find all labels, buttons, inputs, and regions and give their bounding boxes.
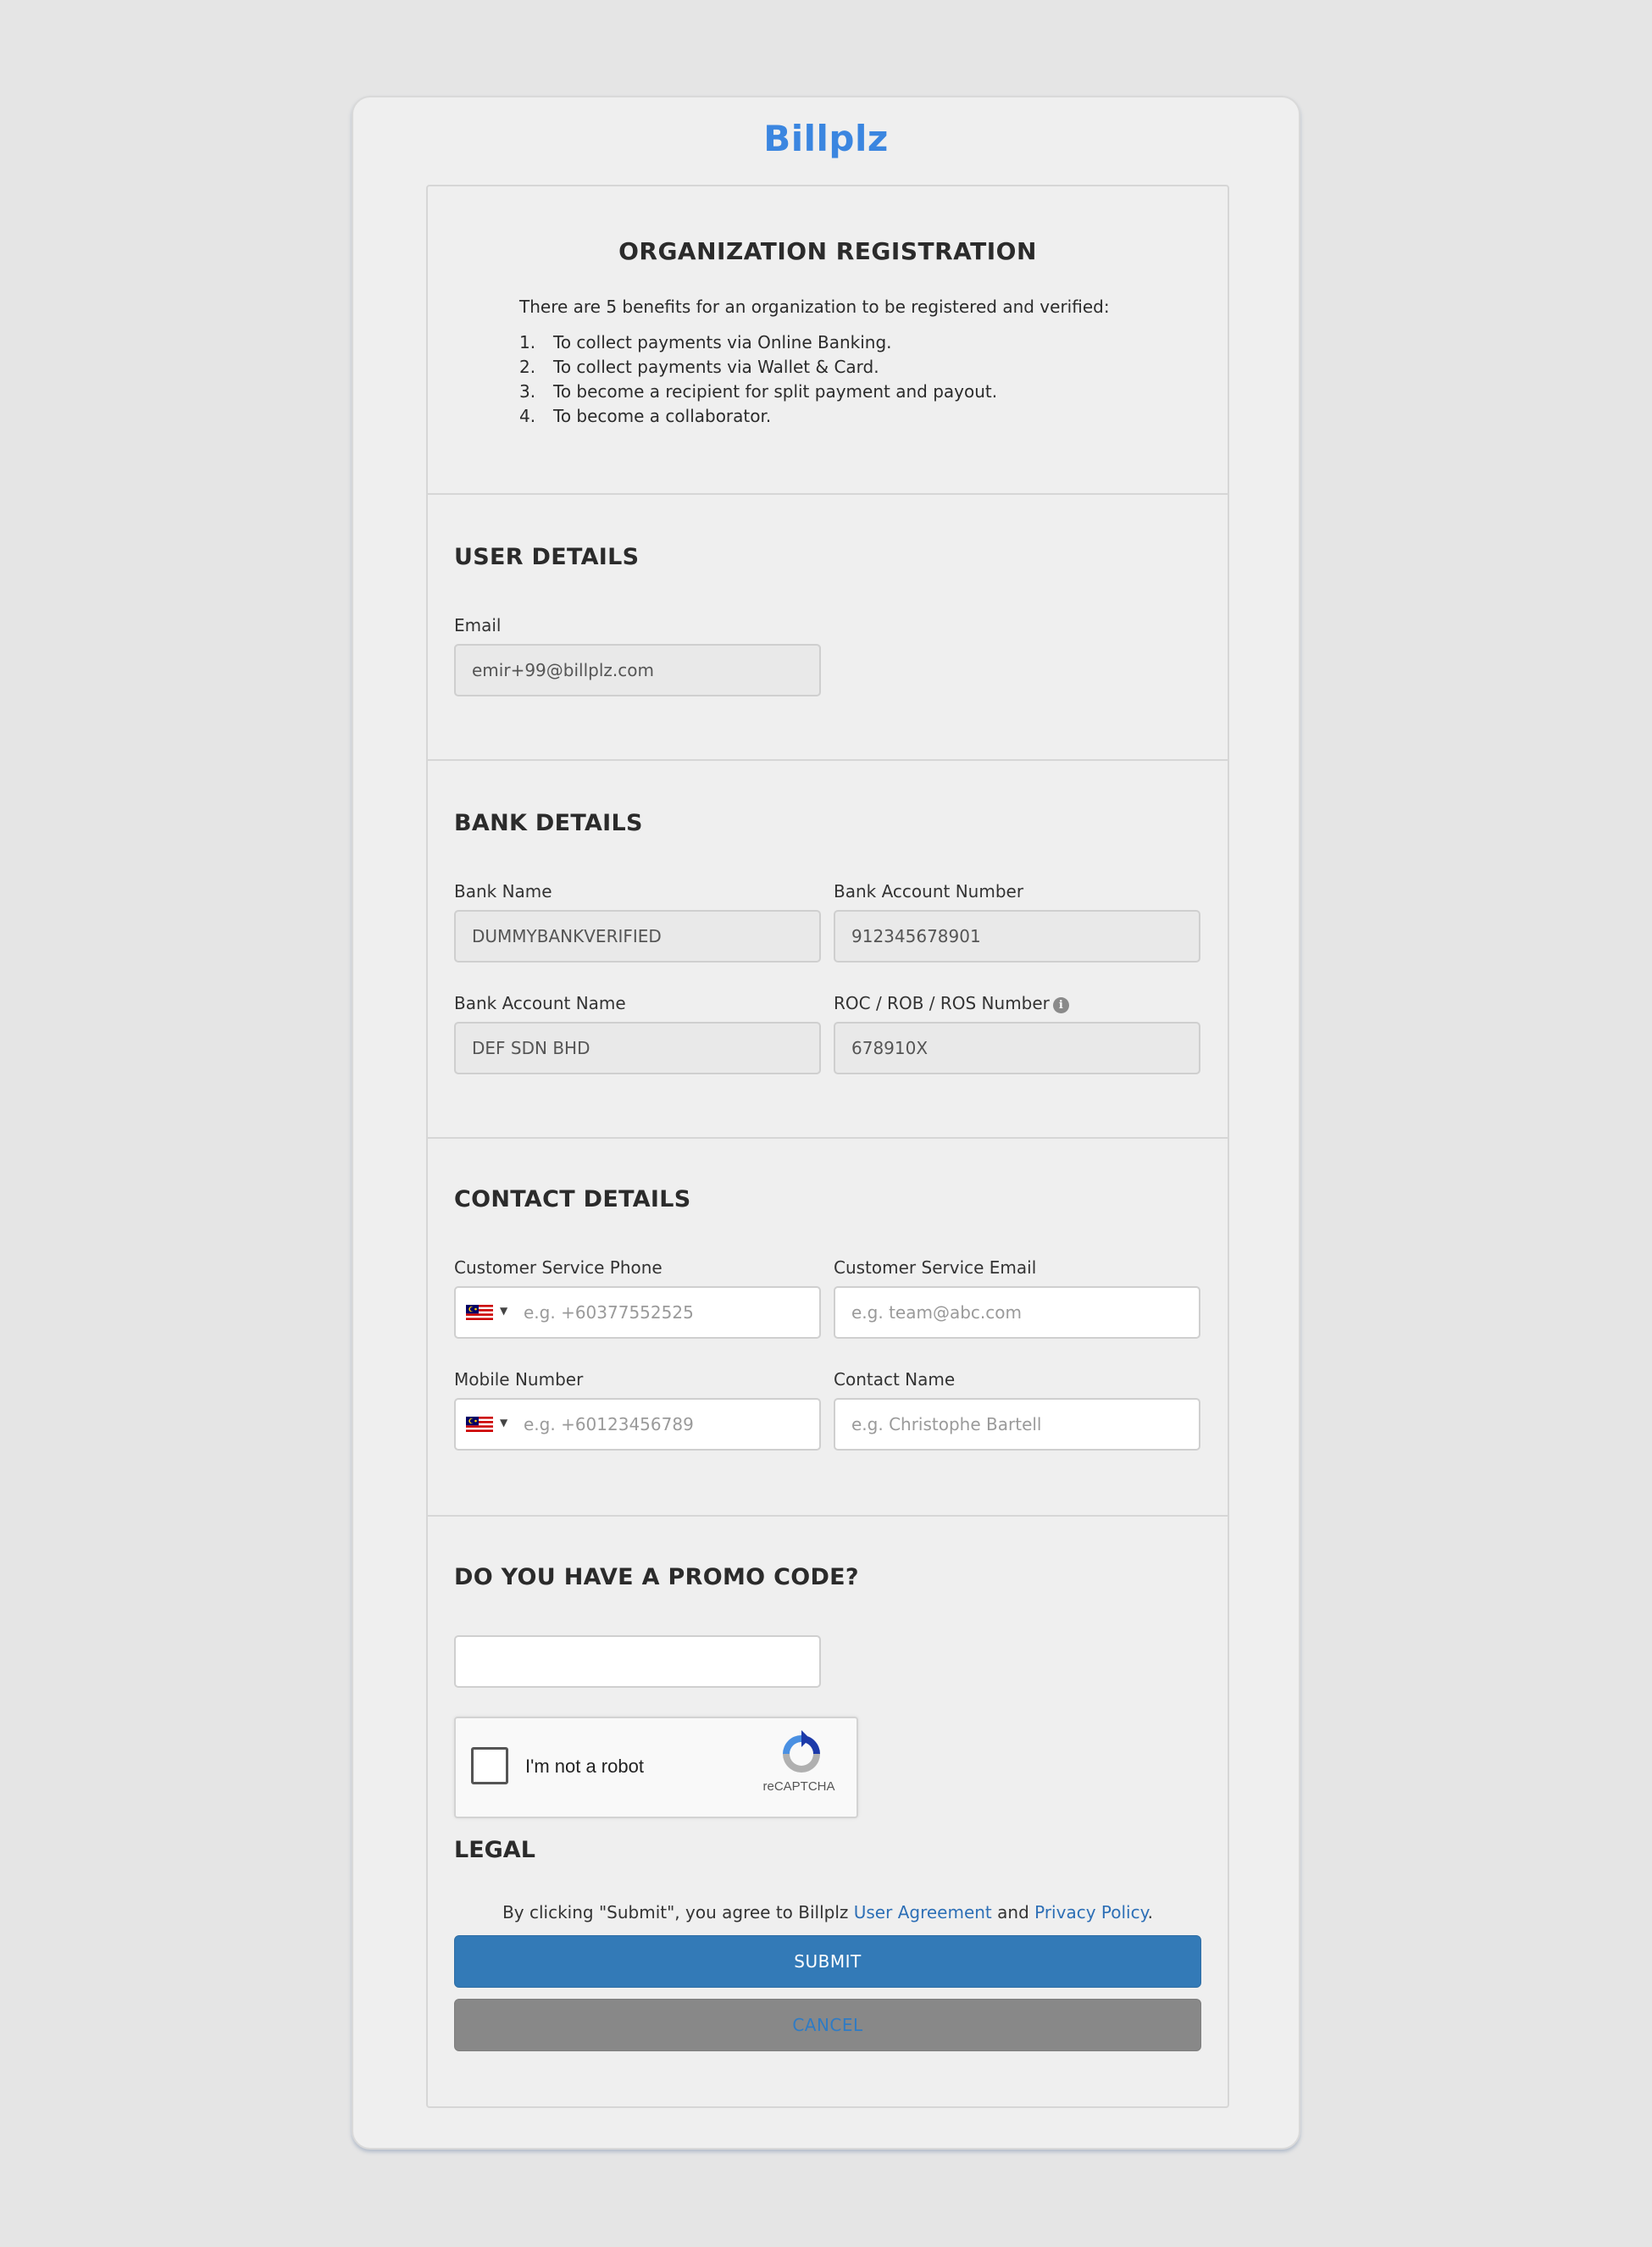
bank-account-number-field[interactable]: 912345678901: [834, 910, 1200, 963]
contact-name-label: Contact Name: [834, 1369, 956, 1390]
cs-phone-input[interactable]: ▼ e.g. +60377552525: [454, 1286, 821, 1339]
registration-card: Billplz ORGANIZATION REGISTRATION There …: [352, 96, 1300, 2150]
user-details-section: USER DETAILS Email emir+99@billplz.com: [428, 493, 1228, 761]
roc-number-label: ROC / ROB / ROS Number i: [834, 993, 1069, 1013]
cs-email-input[interactable]: e.g. team@abc.com: [834, 1286, 1200, 1339]
mobile-number-label: Mobile Number: [454, 1369, 584, 1390]
bank-account-name-label: Bank Account Name: [454, 993, 626, 1013]
chevron-down-icon[interactable]: ▼: [500, 1302, 507, 1319]
email-label: Email: [454, 615, 502, 635]
recaptcha-checkbox[interactable]: [471, 1747, 508, 1784]
intro-section: ORGANIZATION REGISTRATION There are 5 be…: [428, 186, 1228, 493]
benefits-intro: There are 5 benefits for an organization…: [519, 297, 1110, 317]
contact-details-title: CONTACT DETAILS: [454, 1186, 691, 1212]
contact-name-input[interactable]: e.g. Christophe Bartell: [834, 1398, 1200, 1451]
privacy-policy-link[interactable]: Privacy Policy: [1034, 1902, 1147, 1922]
bank-details-section: BANK DETAILS Bank Name DUMMYBANKVERIFIED…: [428, 759, 1228, 1139]
email-field[interactable]: emir+99@billplz.com: [454, 644, 821, 696]
page-title: ORGANIZATION REGISTRATION: [618, 237, 1037, 265]
malaysia-flag-icon[interactable]: [466, 1417, 493, 1432]
list-item: 4. To become a collaborator.: [519, 406, 772, 426]
bank-details-title: BANK DETAILS: [454, 810, 643, 836]
malaysia-flag-icon[interactable]: [466, 1305, 493, 1320]
bank-account-name-field[interactable]: DEF SDN BHD: [454, 1022, 821, 1074]
cs-phone-label: Customer Service Phone: [454, 1257, 662, 1278]
chevron-down-icon[interactable]: ▼: [500, 1414, 507, 1431]
cancel-button[interactable]: CANCEL: [454, 1999, 1201, 2051]
mobile-number-input[interactable]: ▼ e.g. +60123456789: [454, 1398, 821, 1451]
recaptcha-widget: I'm not a robot reCAPTCHA: [454, 1717, 858, 1818]
cs-email-label: Customer Service Email: [834, 1257, 1037, 1278]
billplz-logo[interactable]: Billplz: [353, 118, 1299, 159]
benefits-list: 1. To collect payments via Online Banking…: [519, 330, 997, 429]
recaptcha-label: I'm not a robot: [525, 1756, 644, 1777]
bank-account-number-label: Bank Account Number: [834, 881, 1024, 902]
contact-details-section: CONTACT DETAILS Customer Service Phone ▼…: [428, 1137, 1228, 1517]
promo-code-title: DO YOU HAVE A PROMO CODE?: [454, 1564, 859, 1590]
list-item: 3. To become a recipient for split paymen…: [519, 381, 998, 402]
legal-agreement-text: By clicking "Submit", you agree to Billp…: [502, 1902, 1153, 1922]
user-details-title: USER DETAILS: [454, 544, 640, 570]
legal-title: LEGAL: [454, 1837, 535, 1863]
info-icon[interactable]: i: [1052, 997, 1069, 1013]
recaptcha-icon: [783, 1730, 820, 1773]
promo-code-input[interactable]: [454, 1635, 821, 1688]
roc-number-field[interactable]: 678910X: [834, 1022, 1200, 1074]
bank-name-field[interactable]: DUMMYBANKVERIFIED: [454, 910, 821, 963]
user-agreement-link[interactable]: User Agreement: [854, 1902, 992, 1922]
bank-name-label: Bank Name: [454, 881, 552, 902]
registration-form: ORGANIZATION REGISTRATION There are 5 be…: [426, 185, 1229, 2108]
promo-legal-section: DO YOU HAVE A PROMO CODE? I'm not a robo…: [428, 1515, 1228, 2108]
list-item: 1. To collect payments via Online Banking…: [519, 332, 892, 352]
list-item: 2. To collect payments via Wallet & Card.: [519, 357, 879, 377]
submit-button[interactable]: SUBMIT: [454, 1935, 1201, 1988]
recaptcha-brand: reCAPTCHA: [762, 1779, 835, 1794]
